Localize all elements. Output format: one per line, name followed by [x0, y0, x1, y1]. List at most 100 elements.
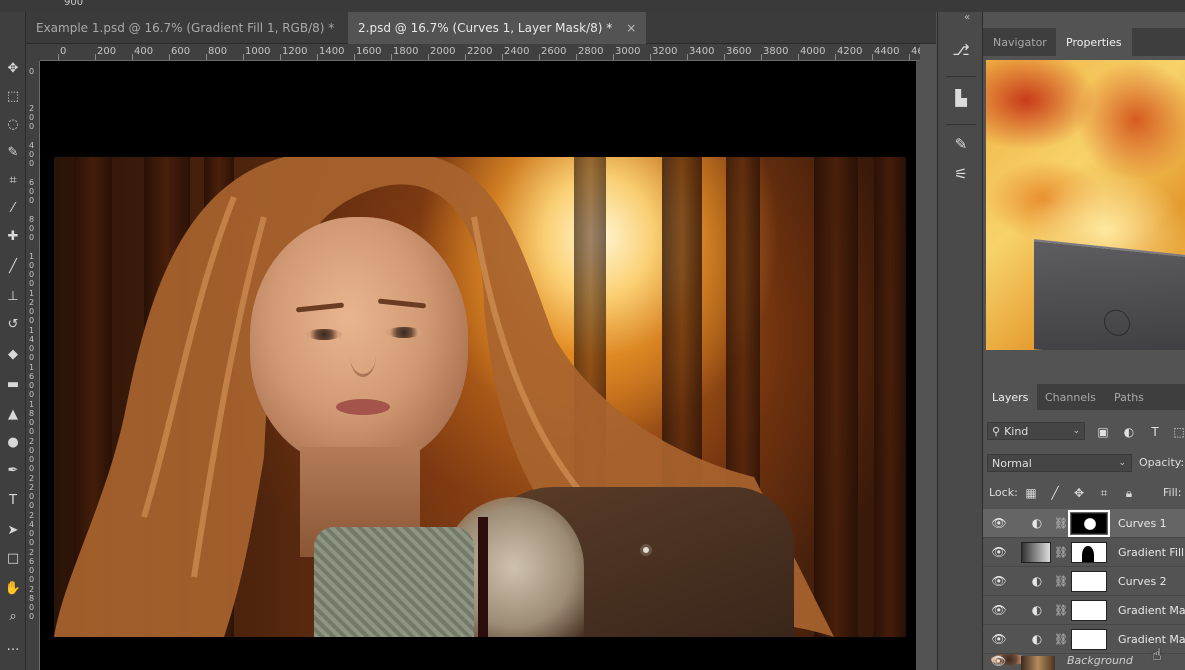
ruler-tick-mark — [391, 54, 392, 60]
ruler-tick-mark — [798, 54, 799, 60]
clone-stamp-tool-icon[interactable]: ⊥ — [3, 284, 23, 308]
close-icon[interactable]: × — [626, 21, 636, 35]
gradient-map-adjustment-icon: ◐ — [1031, 603, 1043, 617]
left-eye — [306, 329, 342, 340]
visibility-eye-icon[interactable]: 👁︎ — [991, 545, 1007, 559]
ruler-tick-label: 1600 — [29, 363, 35, 399]
layer-mask-thumbnail[interactable] — [1071, 629, 1107, 650]
history-icon[interactable]: ⎇ — [949, 38, 973, 62]
document-canvas[interactable] — [40, 61, 916, 670]
lock-artboard-icon[interactable]: ⌗ — [1096, 485, 1112, 501]
link-chain-icon[interactable]: ⛓︎ — [1054, 544, 1068, 560]
more-tools-icon[interactable]: … — [3, 634, 23, 658]
tab-layers[interactable]: Layers — [983, 384, 1038, 410]
tab-channels[interactable]: Channels — [1036, 384, 1105, 410]
layer-name: Curves 2 — [1118, 575, 1167, 588]
visibility-eye-icon[interactable]: 👁︎ — [991, 632, 1007, 646]
opacity-label: Opacity: — [1139, 456, 1185, 469]
layer-gradient-fill-1[interactable]: 👁︎ ⛓︎ Gradient Fill 1 — [983, 538, 1185, 567]
zoom-tool-icon[interactable]: ⌕ — [3, 604, 23, 628]
blend-mode-select[interactable]: Normal ⌄ — [987, 454, 1132, 472]
ruler-tick-mark — [428, 54, 429, 60]
curves-adjustment-icon: ◐ — [1031, 574, 1043, 588]
visibility-eye-icon[interactable]: 👁︎ — [991, 603, 1007, 617]
move-tool-icon[interactable]: ✥ — [3, 56, 23, 80]
ruler-tick-label: 1200 — [29, 289, 35, 325]
ruler-tick-mark — [687, 54, 688, 60]
layer-gradient-map[interactable]: 👁︎ ◐ ⛓︎ Gradient Map — [983, 596, 1185, 625]
marquee-tool-icon[interactable]: ⬚ — [3, 84, 23, 108]
ruler-tick-label: 2000 — [29, 437, 35, 473]
quick-selection-tool-icon[interactable]: ✎ — [3, 140, 23, 164]
lock-position-icon[interactable]: ✥ — [1071, 485, 1087, 501]
adjustments-icon[interactable]: ⚟ — [949, 162, 973, 186]
pixel-filter-icon[interactable]: ▣ — [1095, 424, 1111, 440]
layer-mask-thumbnail[interactable] — [1071, 571, 1107, 592]
ruler-tick-label: 600 — [29, 178, 35, 205]
mask-shape — [1082, 546, 1094, 562]
lock-all-icon[interactable]: 🔒︎ — [1121, 485, 1137, 501]
tab-properties[interactable]: Properties — [1056, 28, 1132, 56]
histogram-icon[interactable]: ▙ — [949, 86, 973, 110]
ruler-tick-label: 2200 — [467, 46, 493, 57]
history-brush-tool-icon[interactable]: ↺ — [3, 312, 23, 336]
collapse-panels-icon[interactable]: « — [964, 12, 970, 23]
crop-tool-icon[interactable]: ⌗ — [3, 168, 23, 192]
ruler-tick-label: 3200 — [652, 46, 678, 57]
layer-name: Curves 1 — [1118, 517, 1167, 530]
link-chain-icon[interactable]: ⛓︎ — [1054, 602, 1068, 618]
layer-curves-2[interactable]: 👁︎ ◐ ⛓︎ Curves 2 — [983, 567, 1185, 596]
filter-kind-select[interactable]: ⚲ Kind ⌄ — [987, 422, 1085, 440]
tab-label: Properties — [1066, 35, 1122, 49]
ruler-tick-mark — [132, 54, 133, 60]
tab-example-1[interactable]: Example 1.psd @ 16.7% (Gradient Fill 1, … — [26, 12, 368, 44]
eraser-tool-icon[interactable]: ◆ — [3, 342, 23, 366]
tab-label: Paths — [1114, 390, 1144, 404]
lasso-tool-icon[interactable]: ◌ — [3, 112, 23, 136]
left-eyebrow — [295, 302, 345, 313]
vertical-ruler[interactable]: 0 200 400 600 800 1000 1200 1400 1600 1800 2000 220… — [26, 61, 40, 670]
link-chain-icon[interactable]: ⛓︎ — [1054, 631, 1068, 647]
ruler-origin[interactable] — [26, 44, 40, 61]
lock-transparent-icon[interactable]: ▦ — [1023, 485, 1039, 501]
blur-tool-icon[interactable]: ▲ — [3, 402, 23, 426]
rectangle-tool-icon[interactable]: □ — [3, 546, 23, 570]
adjustment-filter-icon[interactable]: ◐ — [1121, 424, 1137, 440]
ruler-tick-label: 800 — [29, 215, 35, 242]
ruler-tick-mark — [724, 54, 725, 60]
tab-2-psd[interactable]: 2.psd @ 16.7% (Curves 1, Layer Mask/8) *… — [348, 12, 647, 44]
hand-tool-icon[interactable]: ✋ — [3, 576, 23, 600]
eyedropper-tool-icon[interactable]: ⁄ — [3, 196, 23, 220]
layer-curves-1[interactable]: 👁︎ ◐ ⛓︎ Curves 1 — [983, 509, 1185, 538]
brush-tool-icon[interactable]: ╱ — [3, 254, 23, 278]
horizontal-ruler[interactable]: 0 200 400 600 800 1000 1200 1400 1600 1800 2000 220… — [40, 44, 920, 61]
type-tool-icon[interactable]: T — [3, 488, 23, 512]
gradient-tool-icon[interactable]: ▬ — [3, 372, 23, 396]
lock-image-icon[interactable]: ╱ — [1047, 485, 1063, 501]
tools-panel: ✥ ⬚ ◌ ✎ ⌗ ⁄ ✚ ╱ ⊥ ↺ ◆ ▬ ▲ ● ✒ T ➤ □ ✋ ⌕ … — [0, 12, 26, 670]
photo-image — [54, 157, 906, 637]
brush-presets-icon[interactable]: ✎ — [949, 132, 973, 156]
layer-name: Background — [1067, 654, 1133, 667]
dodge-tool-icon[interactable]: ● — [3, 430, 23, 454]
visibility-eye-icon[interactable]: 👁︎ — [991, 516, 1007, 530]
layer-filter-row: ⚲ Kind ⌄ ▣ ◐ T ⬚ — [983, 418, 1185, 444]
options-value[interactable]: 900 — [64, 0, 83, 8]
layer-mask-thumbnail[interactable] — [1068, 510, 1110, 537]
type-filter-icon[interactable]: T — [1147, 424, 1163, 440]
shape-filter-icon[interactable]: ⬚ — [1171, 424, 1185, 440]
layer-mask-thumbnail[interactable] — [1071, 542, 1107, 563]
tab-navigator[interactable]: Navigator — [983, 28, 1057, 56]
healing-brush-tool-icon[interactable]: ✚ — [3, 224, 23, 248]
background-thumbnail — [1021, 656, 1055, 670]
navigator-preview[interactable] — [986, 60, 1185, 350]
link-chain-icon[interactable]: ⛓︎ — [1054, 573, 1068, 589]
layer-mask-thumbnail[interactable] — [1071, 600, 1107, 621]
visibility-eye-icon[interactable]: 👁︎ — [991, 574, 1007, 588]
ruler-tick-label: 4000 — [800, 46, 826, 57]
tab-paths[interactable]: Paths — [1105, 384, 1153, 410]
pen-tool-icon[interactable]: ✒ — [3, 458, 23, 482]
link-chain-icon[interactable]: ⛓︎ — [1054, 515, 1068, 531]
path-selection-tool-icon[interactable]: ➤ — [3, 518, 23, 542]
ruler-tick-label: 1200 — [282, 46, 308, 57]
